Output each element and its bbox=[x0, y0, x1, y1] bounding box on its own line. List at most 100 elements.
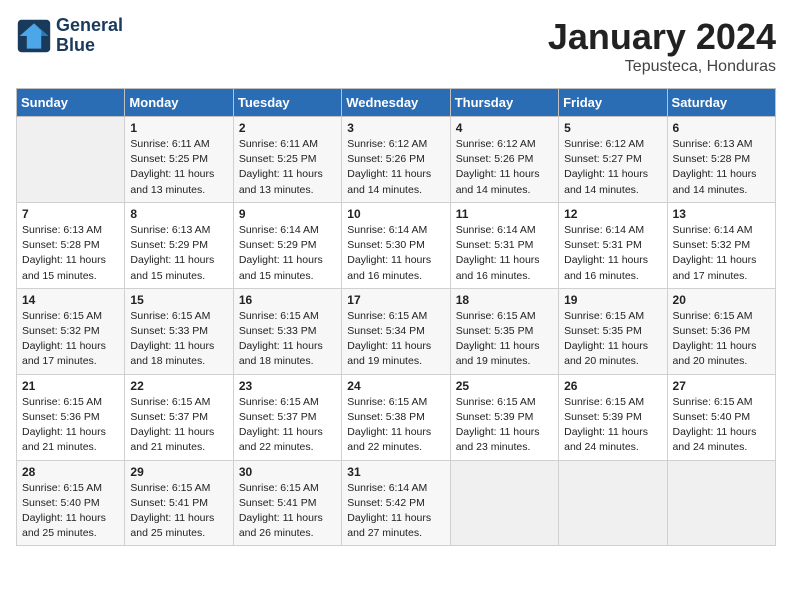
cell-content: Sunrise: 6:14 AMSunset: 5:42 PMDaylight:… bbox=[347, 481, 444, 542]
day-number: 5 bbox=[564, 121, 661, 135]
calendar-week-3: 14Sunrise: 6:15 AMSunset: 5:32 PMDayligh… bbox=[17, 288, 776, 374]
calendar-cell: 30 Sunrise: 6:15 AMSunset: 5:41 PMDayligh… bbox=[233, 460, 341, 546]
calendar-cell: 31 Sunrise: 6:14 AMSunset: 5:42 PMDayligh… bbox=[342, 460, 450, 546]
day-number: 22 bbox=[130, 379, 227, 393]
cell-content: Sunrise: 6:15 AMSunset: 5:33 PMDaylight:… bbox=[239, 309, 336, 370]
column-header-thursday: Thursday bbox=[450, 89, 558, 117]
day-number: 20 bbox=[673, 293, 770, 307]
cell-content: Sunrise: 6:15 AMSunset: 5:34 PMDaylight:… bbox=[347, 309, 444, 370]
calendar-cell: 11Sunrise: 6:14 AMSunset: 5:31 PMDayligh… bbox=[450, 202, 558, 288]
calendar-cell: 14Sunrise: 6:15 AMSunset: 5:32 PMDayligh… bbox=[17, 288, 125, 374]
calendar-cell: 20 Sunrise: 6:15 AMSunset: 5:36 PMDayligh… bbox=[667, 288, 775, 374]
location: Tepusteca, Honduras bbox=[548, 58, 776, 76]
calendar-cell: 3 Sunrise: 6:12 AMSunset: 5:26 PMDaylight… bbox=[342, 117, 450, 203]
day-number: 25 bbox=[456, 379, 553, 393]
calendar-header-row: SundayMondayTuesdayWednesdayThursdayFrid… bbox=[17, 89, 776, 117]
day-number: 31 bbox=[347, 465, 444, 479]
page-header: General Blue January 2024 Tepusteca, Hon… bbox=[16, 16, 776, 76]
calendar-cell: 18Sunrise: 6:15 AMSunset: 5:35 PMDayligh… bbox=[450, 288, 558, 374]
cell-content: Sunrise: 6:13 AMSunset: 5:28 PMDaylight:… bbox=[22, 223, 119, 284]
column-header-wednesday: Wednesday bbox=[342, 89, 450, 117]
calendar-cell: 2Sunrise: 6:11 AMSunset: 5:25 PMDaylight… bbox=[233, 117, 341, 203]
column-header-tuesday: Tuesday bbox=[233, 89, 341, 117]
calendar-cell: 26 Sunrise: 6:15 AMSunset: 5:39 PMDayligh… bbox=[559, 374, 667, 460]
day-number: 15 bbox=[130, 293, 227, 307]
cell-content: Sunrise: 6:15 AMSunset: 5:41 PMDaylight:… bbox=[239, 481, 336, 542]
calendar-table: SundayMondayTuesdayWednesdayThursdayFrid… bbox=[16, 88, 776, 546]
cell-content: Sunrise: 6:15 AMSunset: 5:41 PMDaylight:… bbox=[130, 481, 227, 542]
calendar-cell: 28 Sunrise: 6:15 AMSunset: 5:40 PMDayligh… bbox=[17, 460, 125, 546]
day-number: 30 bbox=[239, 465, 336, 479]
cell-content: Sunrise: 6:11 AMSunset: 5:25 PMDaylight:… bbox=[239, 137, 336, 198]
calendar-cell: 19 Sunrise: 6:15 AMSunset: 5:35 PMDayligh… bbox=[559, 288, 667, 374]
column-header-monday: Monday bbox=[125, 89, 233, 117]
day-number: 1 bbox=[130, 121, 227, 135]
calendar-cell: 16 Sunrise: 6:15 AMSunset: 5:33 PMDayligh… bbox=[233, 288, 341, 374]
calendar-week-4: 21 Sunrise: 6:15 AMSunset: 5:36 PMDayligh… bbox=[17, 374, 776, 460]
day-number: 12 bbox=[564, 207, 661, 221]
calendar-cell: 23Sunrise: 6:15 AMSunset: 5:37 PMDayligh… bbox=[233, 374, 341, 460]
day-number: 24 bbox=[347, 379, 444, 393]
cell-content: Sunrise: 6:14 AMSunset: 5:29 PMDaylight:… bbox=[239, 223, 336, 284]
cell-content: Sunrise: 6:15 AMSunset: 5:33 PMDaylight:… bbox=[130, 309, 227, 370]
cell-content: Sunrise: 6:14 AMSunset: 5:30 PMDaylight:… bbox=[347, 223, 444, 284]
day-number: 21 bbox=[22, 379, 119, 393]
day-number: 9 bbox=[239, 207, 336, 221]
day-number: 28 bbox=[22, 465, 119, 479]
cell-content: Sunrise: 6:11 AMSunset: 5:25 PMDaylight:… bbox=[130, 137, 227, 198]
calendar-cell: 22 Sunrise: 6:15 AMSunset: 5:37 PMDayligh… bbox=[125, 374, 233, 460]
day-number: 10 bbox=[347, 207, 444, 221]
cell-content: Sunrise: 6:14 AMSunset: 5:32 PMDaylight:… bbox=[673, 223, 770, 284]
calendar-cell: 6Sunrise: 6:13 AMSunset: 5:28 PMDaylight… bbox=[667, 117, 775, 203]
cell-content: Sunrise: 6:15 AMSunset: 5:40 PMDaylight:… bbox=[673, 395, 770, 456]
cell-content: Sunrise: 6:12 AMSunset: 5:27 PMDaylight:… bbox=[564, 137, 661, 198]
column-header-friday: Friday bbox=[559, 89, 667, 117]
calendar-week-2: 7 Sunrise: 6:13 AMSunset: 5:28 PMDaylight… bbox=[17, 202, 776, 288]
calendar-cell bbox=[450, 460, 558, 546]
day-number: 11 bbox=[456, 207, 553, 221]
day-number: 3 bbox=[347, 121, 444, 135]
calendar-cell: 25 Sunrise: 6:15 AMSunset: 5:39 PMDayligh… bbox=[450, 374, 558, 460]
calendar-week-5: 28 Sunrise: 6:15 AMSunset: 5:40 PMDayligh… bbox=[17, 460, 776, 546]
calendar-cell: 9 Sunrise: 6:14 AMSunset: 5:29 PMDaylight… bbox=[233, 202, 341, 288]
calendar-cell: 12 Sunrise: 6:14 AMSunset: 5:31 PMDayligh… bbox=[559, 202, 667, 288]
day-number: 7 bbox=[22, 207, 119, 221]
cell-content: Sunrise: 6:14 AMSunset: 5:31 PMDaylight:… bbox=[564, 223, 661, 284]
cell-content: Sunrise: 6:15 AMSunset: 5:39 PMDaylight:… bbox=[564, 395, 661, 456]
calendar-cell: 8Sunrise: 6:13 AMSunset: 5:29 PMDaylight… bbox=[125, 202, 233, 288]
logo-text: General Blue bbox=[56, 16, 123, 56]
day-number: 29 bbox=[130, 465, 227, 479]
cell-content: Sunrise: 6:15 AMSunset: 5:36 PMDaylight:… bbox=[22, 395, 119, 456]
day-number: 17 bbox=[347, 293, 444, 307]
cell-content: Sunrise: 6:15 AMSunset: 5:32 PMDaylight:… bbox=[22, 309, 119, 370]
cell-content: Sunrise: 6:12 AMSunset: 5:26 PMDaylight:… bbox=[456, 137, 553, 198]
calendar-week-1: 1 Sunrise: 6:11 AMSunset: 5:25 PMDaylight… bbox=[17, 117, 776, 203]
day-number: 19 bbox=[564, 293, 661, 307]
cell-content: Sunrise: 6:15 AMSunset: 5:36 PMDaylight:… bbox=[673, 309, 770, 370]
day-number: 26 bbox=[564, 379, 661, 393]
cell-content: Sunrise: 6:15 AMSunset: 5:39 PMDaylight:… bbox=[456, 395, 553, 456]
cell-content: Sunrise: 6:15 AMSunset: 5:35 PMDaylight:… bbox=[564, 309, 661, 370]
logo: General Blue bbox=[16, 16, 123, 56]
calendar-cell: 21 Sunrise: 6:15 AMSunset: 5:36 PMDayligh… bbox=[17, 374, 125, 460]
day-number: 18 bbox=[456, 293, 553, 307]
month-title: January 2024 bbox=[548, 16, 776, 58]
cell-content: Sunrise: 6:15 AMSunset: 5:37 PMDaylight:… bbox=[130, 395, 227, 456]
calendar-cell bbox=[17, 117, 125, 203]
cell-content: Sunrise: 6:13 AMSunset: 5:28 PMDaylight:… bbox=[673, 137, 770, 198]
calendar-cell: 27 Sunrise: 6:15 AMSunset: 5:40 PMDayligh… bbox=[667, 374, 775, 460]
calendar-cell: 17 Sunrise: 6:15 AMSunset: 5:34 PMDayligh… bbox=[342, 288, 450, 374]
calendar-cell: 24Sunrise: 6:15 AMSunset: 5:38 PMDayligh… bbox=[342, 374, 450, 460]
day-number: 8 bbox=[130, 207, 227, 221]
calendar-cell: 4Sunrise: 6:12 AMSunset: 5:26 PMDaylight… bbox=[450, 117, 558, 203]
day-number: 27 bbox=[673, 379, 770, 393]
cell-content: Sunrise: 6:15 AMSunset: 5:40 PMDaylight:… bbox=[22, 481, 119, 542]
calendar-cell: 10 Sunrise: 6:14 AMSunset: 5:30 PMDayligh… bbox=[342, 202, 450, 288]
logo-icon bbox=[16, 18, 52, 54]
column-header-sunday: Sunday bbox=[17, 89, 125, 117]
cell-content: Sunrise: 6:12 AMSunset: 5:26 PMDaylight:… bbox=[347, 137, 444, 198]
calendar-cell: 7 Sunrise: 6:13 AMSunset: 5:28 PMDaylight… bbox=[17, 202, 125, 288]
day-number: 16 bbox=[239, 293, 336, 307]
calendar-cell: 15 Sunrise: 6:15 AMSunset: 5:33 PMDayligh… bbox=[125, 288, 233, 374]
title-area: January 2024 Tepusteca, Honduras bbox=[548, 16, 776, 76]
